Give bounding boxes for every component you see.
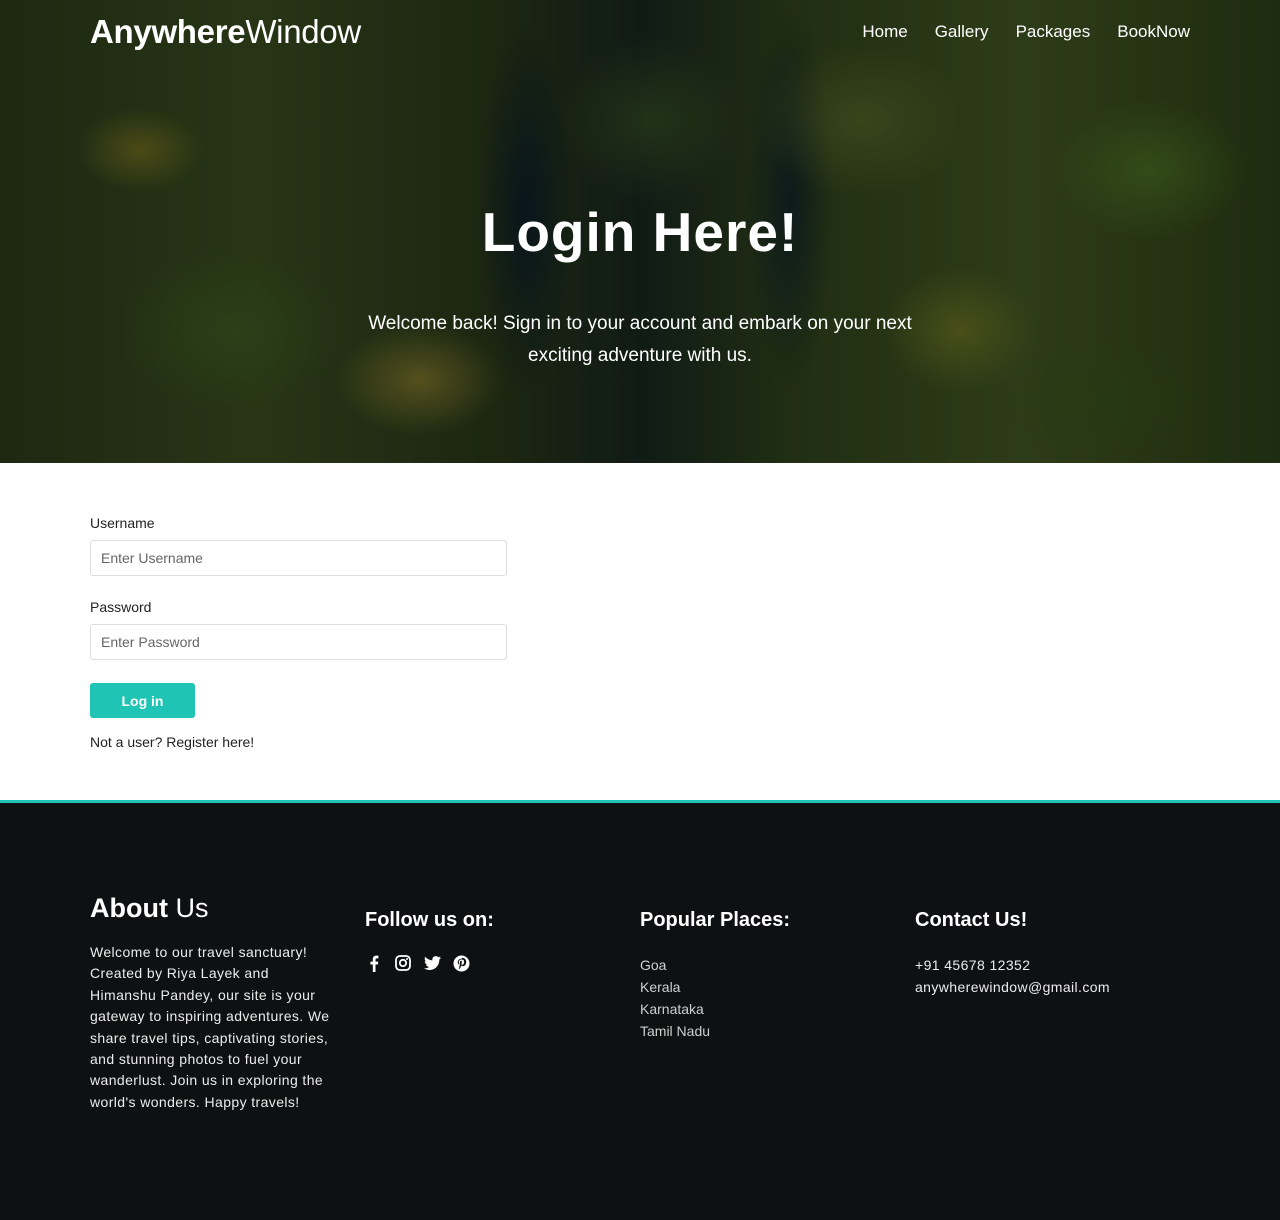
password-input[interactable] — [90, 624, 507, 660]
follow-title: Follow us on: — [365, 909, 494, 931]
hero-banner: AnywhereWindow Home Gallery Packages Boo… — [0, 0, 1280, 463]
hero-title: Login Here! — [481, 201, 799, 263]
nav-link-home[interactable]: Home — [862, 22, 907, 41]
contact-email[interactable]: anywherewindow@gmail.com — [915, 976, 1162, 998]
nav-link-packages[interactable]: Packages — [1016, 22, 1091, 41]
password-group: Password — [90, 599, 1190, 660]
about-text: Welcome to our travel sanctuary! Created… — [90, 944, 330, 1110]
login-form: Username Password Log in Not a user? Reg… — [90, 515, 1190, 750]
twitter-icon[interactable] — [423, 954, 441, 972]
footer-places: Popular Places: Goa Kerala Karnataka Tam… — [640, 893, 915, 1220]
instagram-icon[interactable] — [394, 954, 412, 972]
place-item-goa[interactable]: Goa — [640, 954, 887, 976]
username-input[interactable] — [90, 540, 507, 576]
pinterest-icon[interactable] — [452, 954, 470, 972]
contact-title: Contact Us! — [915, 909, 1028, 931]
place-item-tamil-nadu[interactable]: Tamil Nadu — [640, 1020, 887, 1042]
about-title: About Us — [90, 893, 337, 924]
brand-light: Window — [245, 13, 361, 50]
site-footer: About Us Welcome to our travel sanctuary… — [0, 800, 1280, 1220]
login-form-section: Username Password Log in Not a user? Reg… — [0, 463, 1280, 800]
nav-links: Home Gallery Packages BookNow — [862, 22, 1190, 42]
footer-contact: Contact Us! +91 45678 12352 anywherewind… — [915, 893, 1190, 1220]
nav-link-booknow[interactable]: BookNow — [1117, 22, 1190, 41]
hero-content: Login Here! Welcome back! Sign in to you… — [0, 200, 1280, 372]
nav-link-gallery[interactable]: Gallery — [935, 22, 989, 41]
top-navbar: AnywhereWindow Home Gallery Packages Boo… — [0, 0, 1280, 64]
footer-follow: Follow us on: — [365, 893, 640, 1220]
register-link[interactable]: Not a user? Register here! — [90, 734, 1190, 750]
contact-phone: +91 45678 12352 — [915, 957, 1031, 973]
password-label: Password — [90, 599, 152, 615]
username-label: Username — [90, 515, 155, 531]
social-icons — [365, 954, 612, 972]
brand-logo[interactable]: AnywhereWindow — [90, 13, 361, 51]
places-title: Popular Places: — [640, 909, 791, 931]
about-title-bold: About — [90, 893, 168, 923]
place-item-kerala[interactable]: Kerala — [640, 976, 887, 998]
brand-bold: Anywhere — [90, 13, 246, 50]
hero-subtitle: Welcome back! Sign in to your account an… — [368, 313, 912, 366]
places-list: Goa Kerala Karnataka Tamil Nadu — [640, 954, 887, 1042]
place-item-karnataka[interactable]: Karnataka — [640, 998, 887, 1020]
login-button[interactable]: Log in — [90, 683, 195, 718]
username-group: Username — [90, 515, 1190, 576]
facebook-icon[interactable] — [365, 954, 383, 972]
about-title-light: Us — [167, 893, 209, 923]
footer-about: About Us Welcome to our travel sanctuary… — [90, 893, 365, 1220]
